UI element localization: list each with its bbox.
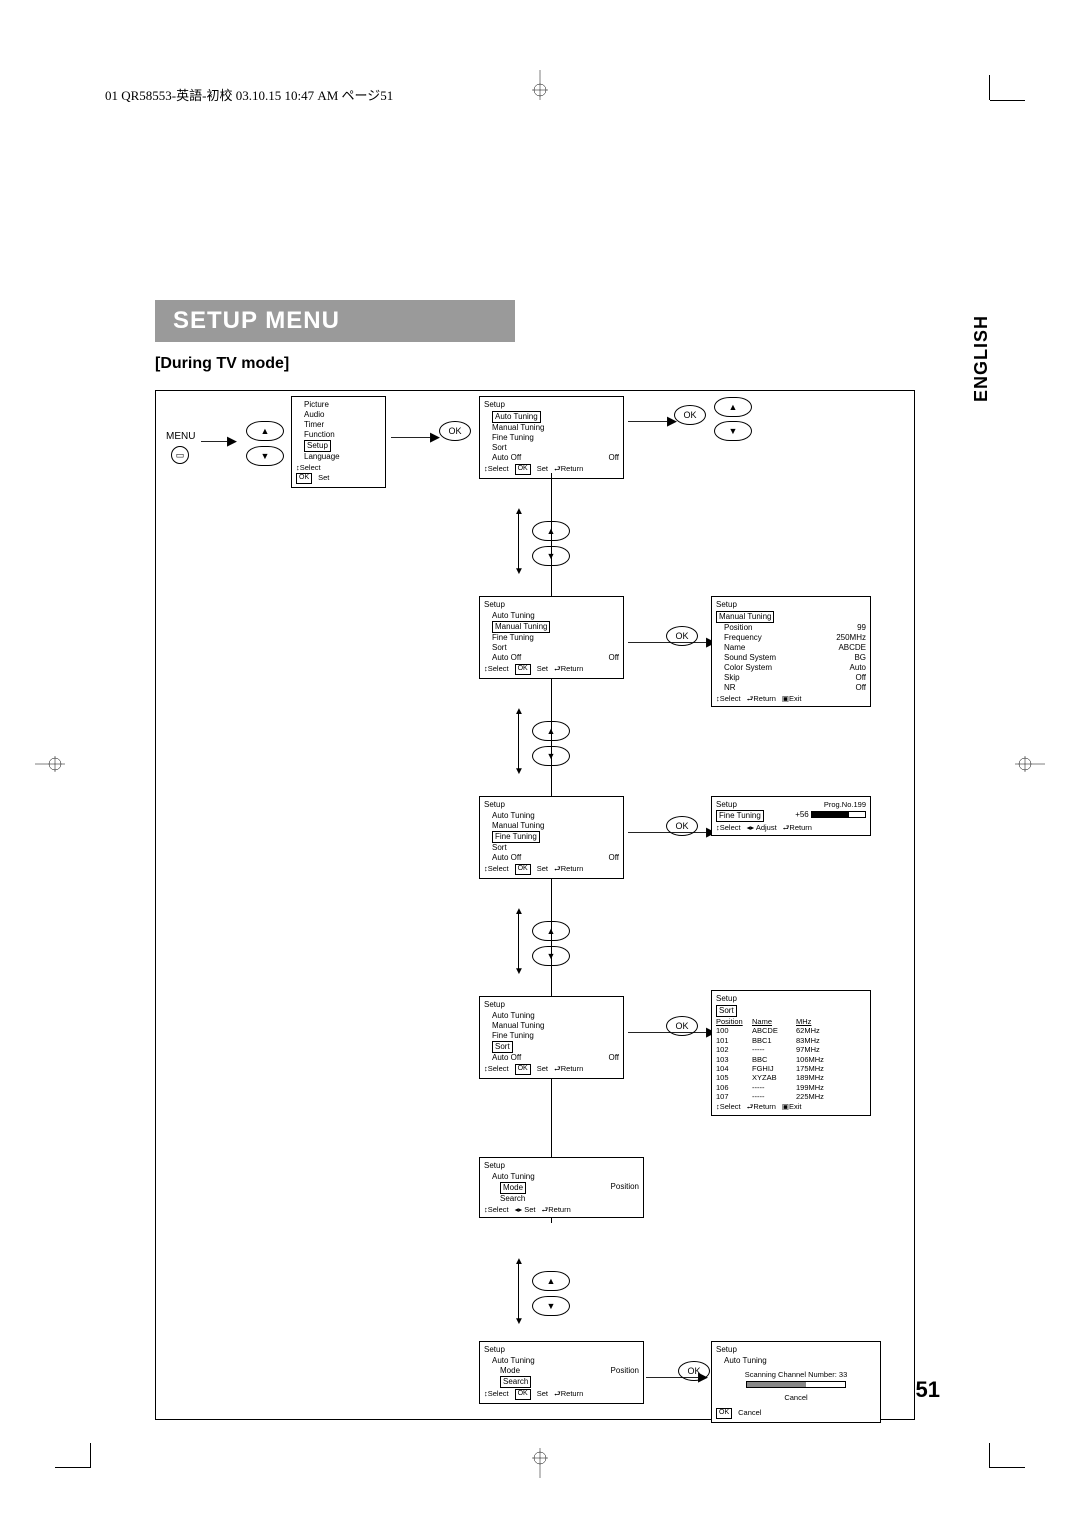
registration-mark-icon — [530, 1448, 550, 1478]
osd-fine-detail: SetupProg.No.199 Fine Tuning+56 ↕Select◂… — [711, 796, 871, 836]
up-button-icon: ▲ — [532, 521, 570, 541]
arrow-right-icon: ———▶ — [391, 429, 440, 445]
page-number: 51 — [916, 1377, 940, 1403]
osd-scanning: Setup Auto Tuning Scanning Channel Numbe… — [711, 1341, 881, 1423]
osd-manual-detail: Setup Manual Tuning Position99 Frequency… — [711, 596, 871, 707]
down-button-icon: ▼ — [246, 446, 284, 466]
arrow-right-icon: ——————▶ — [628, 1024, 716, 1040]
down-button-icon: ▼ — [532, 746, 570, 766]
ok-button-icon: OK — [674, 405, 706, 425]
menu-label: MENU — [166, 431, 195, 442]
diagram-frame: Picture Audio Timer Function Setup Langu… — [155, 390, 915, 1420]
osd-main-menu: Picture Audio Timer Function Setup Langu… — [291, 396, 386, 488]
up-button-icon: ▲ — [532, 1271, 570, 1291]
osd-sort-detail: Setup Sort PositionNameMHz 100ABCDE62MHz… — [711, 990, 871, 1116]
up-button-icon: ▲ — [246, 421, 284, 441]
ok-button-icon: OK — [439, 421, 471, 441]
arrow-right-icon: ——————▶ — [628, 824, 716, 840]
arrow-right-icon: ————▶ — [646, 1369, 708, 1385]
up-button-icon: ▲ — [532, 721, 570, 741]
osd-setup-sort: Setup Auto Tuning Manual Tuning Fine Tun… — [479, 996, 624, 1079]
section-title: SETUP MENU — [173, 307, 340, 335]
menu-button-icon: ▭ — [171, 446, 189, 464]
arrow-right-icon: ——————▶ — [628, 634, 716, 650]
osd-setup-fine: Setup Auto Tuning Manual Tuning Fine Tun… — [479, 796, 624, 879]
down-button-icon: ▼ — [532, 1296, 570, 1316]
up-button-icon: ▲ — [532, 921, 570, 941]
doc-header: 01 QR58553-英語-初校 03.10.15 10:47 AM ページ51 — [105, 85, 393, 104]
registration-mark-icon — [35, 754, 65, 774]
section-subtitle: [During TV mode] — [155, 355, 289, 373]
registration-mark-icon — [1015, 754, 1045, 774]
osd-setup-autotuning: Setup Auto Tuning Manual Tuning Fine Tun… — [479, 396, 624, 479]
arrow-right-icon: ——▶ — [201, 433, 237, 449]
down-button-icon: ▼ — [532, 546, 570, 566]
section-title-bar: SETUP MENU — [155, 300, 515, 342]
osd-setup-manual: Setup Auto Tuning Manual Tuning Fine Tun… — [479, 596, 624, 679]
registration-mark-icon — [530, 70, 550, 100]
osd-autotuning-mode: Setup Auto Tuning ModePosition Search ↕S… — [479, 1157, 644, 1218]
language-tab: ENGLISH — [971, 315, 992, 402]
up-button-icon: ▲ — [714, 397, 752, 417]
down-button-icon: ▼ — [714, 421, 752, 441]
osd-autotuning-search: Setup Auto Tuning ModePosition Search ↕S… — [479, 1341, 644, 1404]
arrow-right-icon: ———▶ — [628, 413, 677, 429]
down-button-icon: ▼ — [532, 946, 570, 966]
